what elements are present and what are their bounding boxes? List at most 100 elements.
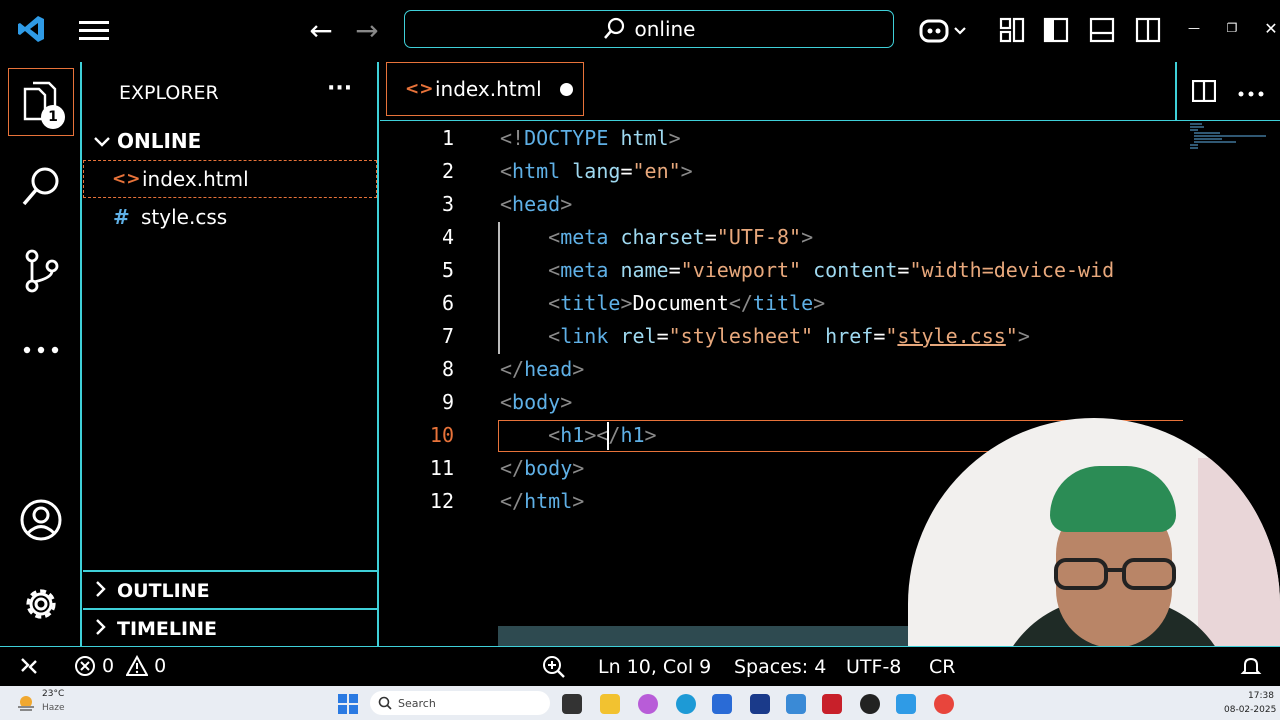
warning-count: 0: [154, 655, 167, 677]
vscode-logo-icon: [14, 12, 48, 46]
more-icon[interactable]: [22, 342, 62, 358]
search-icon: [22, 167, 59, 206]
source-control-button[interactable]: [20, 248, 62, 294]
code-line: <link rel="stylesheet" href="style.css">: [548, 324, 1030, 348]
file-index-html[interactable]: <> index.html: [83, 160, 377, 198]
text-cursor: [607, 422, 609, 450]
code-line: <h1></h1>: [548, 423, 657, 447]
line-number: 3: [441, 192, 454, 216]
settings-button[interactable]: [19, 582, 63, 626]
problems-indicator[interactable]: 0 0: [74, 655, 166, 677]
forward-arrow-icon[interactable]: →: [352, 14, 382, 47]
line-number: 5: [441, 258, 454, 282]
html-file-icon: <>: [112, 169, 141, 189]
glasses: [1054, 558, 1178, 592]
chevron-down-icon: [93, 129, 117, 153]
sidebar-title: EXPLORER: [119, 82, 219, 104]
line-number-active: 10: [429, 423, 454, 447]
code-line: <title>Document</title>: [548, 291, 826, 315]
folder-name: ONLINE: [117, 129, 202, 153]
store-icon[interactable]: [712, 694, 732, 714]
weather-desc: Haze: [42, 703, 65, 713]
code-line: </head>: [500, 357, 585, 381]
code-line: </body>: [500, 456, 585, 480]
toggle-secondary-sidebar-icon[interactable]: [1134, 16, 1162, 44]
encoding[interactable]: UTF-8: [846, 656, 901, 678]
explorer-sidebar: EXPLORER ··· ONLINE <> index.html # styl…: [83, 62, 379, 646]
outline-section[interactable]: OUTLINE: [83, 572, 377, 610]
tab-label: index.html: [435, 77, 542, 101]
taskbar-search[interactable]: Search: [370, 691, 550, 715]
status-bar: 0 0 Ln 10, Col 9 Spaces: 4 UTF-8 CR: [0, 646, 1280, 686]
line-number: 8: [441, 357, 454, 381]
code-line: </html>: [500, 489, 585, 513]
editor-more-icon[interactable]: [1238, 84, 1264, 97]
close-icon[interactable]: ✕: [1262, 18, 1280, 38]
copilot-icon[interactable]: [918, 16, 968, 46]
error-icon: [75, 656, 95, 676]
chrome-icon[interactable]: [934, 694, 954, 714]
css-file-icon: #: [113, 205, 130, 229]
code-line: <head>: [500, 192, 573, 216]
code-line: <meta charset="UTF-8">: [548, 225, 814, 249]
notifications-icon[interactable]: [1240, 655, 1262, 677]
clock-time: 17:38: [1248, 691, 1274, 701]
cursor-position[interactable]: Ln 10, Col 9: [598, 656, 711, 678]
split-editor-icon[interactable]: [1191, 79, 1218, 104]
weather-icon[interactable]: [16, 694, 36, 712]
account-button[interactable]: [19, 498, 63, 542]
clock-date: 08-02-2025: [1224, 705, 1277, 715]
sidebar-more-icon[interactable]: ···: [327, 76, 352, 101]
task-view-icon[interactable]: [562, 694, 582, 714]
zoom-icon[interactable]: [542, 655, 566, 679]
line-number: 6: [441, 291, 454, 315]
back-arrow-icon[interactable]: ←: [306, 14, 336, 47]
folder-online[interactable]: ONLINE: [83, 122, 377, 160]
search-view-button[interactable]: [20, 164, 62, 208]
menu-icon[interactable]: [78, 16, 110, 44]
activity-bar: 1: [0, 62, 82, 646]
windows-taskbar: 23°C Haze Search 17:38 08-02-2025: [0, 686, 1280, 720]
line-number: 7: [441, 324, 454, 348]
chevron-right-icon: [95, 579, 117, 603]
source-control-icon: [25, 249, 59, 293]
vscode-taskbar-icon[interactable]: [896, 694, 916, 714]
search-text: online: [634, 17, 696, 41]
mcafee-icon[interactable]: [822, 694, 842, 714]
end-of-line[interactable]: CR: [929, 656, 955, 678]
app-l-icon[interactable]: [750, 694, 770, 714]
toggle-panel-icon[interactable]: [1088, 16, 1116, 44]
file-name: index.html: [142, 167, 249, 191]
timeline-section[interactable]: TIMELINE: [83, 610, 377, 648]
minimize-icon[interactable]: —: [1184, 18, 1204, 38]
file-style-css[interactable]: # style.css: [83, 198, 377, 236]
horizontal-scrollbar[interactable]: [498, 626, 938, 646]
tab-index-html[interactable]: <> index.html: [386, 62, 584, 116]
edge-icon[interactable]: [676, 694, 696, 714]
app-pen-icon[interactable]: [786, 694, 806, 714]
line-number: 12: [429, 489, 454, 513]
copilot-app-icon[interactable]: [638, 694, 658, 714]
remote-icon[interactable]: [18, 655, 42, 677]
search-icon: [604, 17, 625, 39]
weather-temp: 23°C: [42, 689, 65, 699]
recorder-icon[interactable]: [860, 694, 880, 714]
account-icon: [20, 499, 62, 541]
timeline-label: TIMELINE: [117, 618, 217, 640]
customize-layout-icon[interactable]: [998, 16, 1026, 44]
toggle-sidebar-icon[interactable]: [1042, 16, 1070, 44]
indentation[interactable]: Spaces: 4: [734, 656, 826, 678]
minimap[interactable]: [1186, 122, 1268, 152]
error-count: 0: [102, 655, 115, 677]
taskbar-search-label: Search: [398, 696, 436, 710]
command-search-box[interactable]: online: [404, 10, 894, 48]
search-icon: [378, 696, 392, 710]
code-line: <!DOCTYPE html>: [500, 126, 681, 150]
settings-icon: [26, 589, 56, 619]
restore-icon[interactable]: ❐: [1222, 18, 1242, 38]
unsaved-dot-icon[interactable]: [559, 82, 573, 96]
file-explorer-icon[interactable]: [600, 694, 620, 714]
explorer-button[interactable]: 1: [8, 68, 74, 136]
line-number: 11: [429, 456, 454, 480]
start-icon[interactable]: [338, 694, 358, 714]
